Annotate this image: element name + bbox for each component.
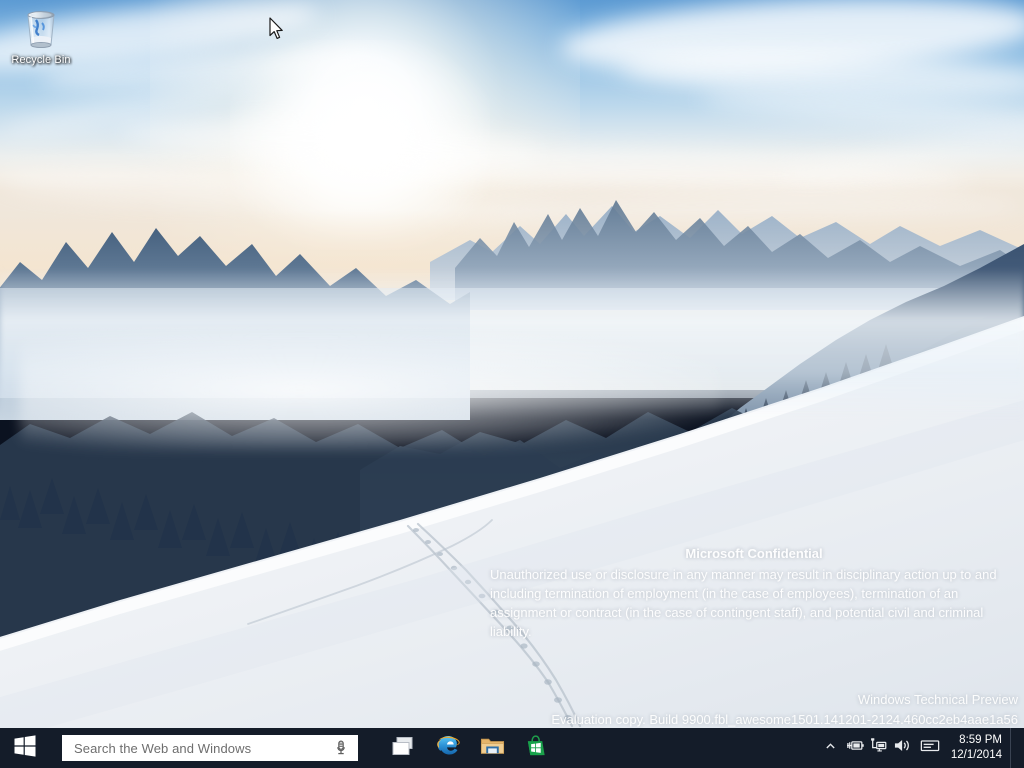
desktop-icon-recycle-bin[interactable]: Recycle Bin	[6, 4, 76, 67]
search-input[interactable]: Search the Web and Windows	[74, 741, 330, 756]
clock-date: 12/1/2014	[951, 748, 1002, 763]
internet-explorer-icon	[436, 733, 461, 763]
confidential-title: Microsoft Confidential	[490, 544, 1018, 563]
speaker-icon	[893, 737, 912, 759]
wallpaper-valley-mist	[20, 330, 720, 450]
store-bag-icon	[525, 734, 548, 762]
taskbar-item-store[interactable]	[514, 728, 558, 768]
file-explorer-icon	[480, 735, 505, 762]
confidential-body: Unauthorized use or disclosure in any ma…	[490, 565, 1018, 641]
tray-show-hidden-icons[interactable]	[819, 728, 843, 768]
taskbar-item-internet-explorer[interactable]	[426, 728, 470, 768]
taskbar-apps	[382, 728, 558, 768]
taskbar-clock[interactable]: 8:59 PM 12/1/2014	[945, 728, 1010, 768]
desktop-icon-label: Recycle Bin	[11, 54, 70, 67]
tray-action-center[interactable]	[915, 728, 945, 768]
taskbar-item-task-view[interactable]	[382, 728, 426, 768]
windows-edition-label: Windows Technical Preview	[551, 690, 1018, 710]
taskbar-item-file-explorer[interactable]	[470, 728, 514, 768]
battery-plug-icon	[845, 738, 865, 758]
microphone-icon[interactable]	[330, 737, 352, 759]
tray-volume[interactable]	[891, 728, 915, 768]
chevron-up-icon	[825, 739, 836, 757]
recycle-bin-icon	[17, 4, 65, 52]
action-center-icon	[920, 738, 940, 758]
search-box[interactable]: Search the Web and Windows	[62, 735, 358, 761]
start-button[interactable]	[0, 728, 50, 768]
clock-time: 8:59 PM	[959, 733, 1002, 748]
tray-network[interactable]	[867, 728, 891, 768]
system-tray: 8:59 PM 12/1/2014	[819, 728, 1024, 768]
build-string-label: Evaluation copy. Build 9900.fbl_awesome1…	[551, 710, 1018, 730]
build-watermark: Windows Technical Preview Evaluation cop…	[551, 690, 1018, 730]
show-desktop-button[interactable]	[1010, 728, 1016, 768]
tray-power[interactable]	[843, 728, 867, 768]
task-view-icon	[391, 735, 417, 762]
desktop[interactable]: Recycle Bin Microsoft Confidential Unaut…	[0, 0, 1024, 768]
taskbar[interactable]: Search the Web and Windows	[0, 728, 1024, 768]
windows-logo-icon	[14, 735, 36, 762]
network-pc-icon	[870, 737, 888, 759]
confidential-watermark: Microsoft Confidential Unauthorized use …	[490, 544, 1018, 641]
